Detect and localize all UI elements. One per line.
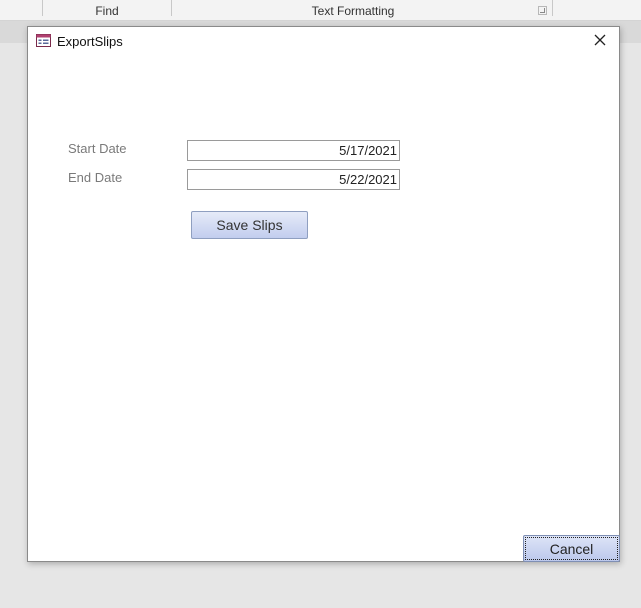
export-slips-dialog: ExportSlips Start Date End Date Save Sli…: [27, 26, 620, 562]
save-slips-button[interactable]: Save Slips: [191, 211, 308, 239]
save-slips-button-label: Save Slips: [216, 217, 283, 233]
close-icon: [594, 34, 606, 49]
ribbon-group-text-formatting-label: Text Formatting: [311, 4, 395, 18]
end-date-input[interactable]: [187, 169, 400, 190]
form-icon: [36, 34, 51, 47]
ribbon-group-find-label: Find: [95, 4, 119, 18]
dialog-title: ExportSlips: [57, 34, 123, 49]
start-date-input[interactable]: [187, 140, 400, 161]
cancel-button[interactable]: Cancel: [523, 535, 620, 562]
dialog-launcher-icon[interactable]: [538, 6, 547, 15]
ribbon-separator: [552, 0, 553, 16]
close-button[interactable]: [589, 31, 611, 51]
start-date-label: Start Date: [68, 141, 127, 156]
end-date-label: End Date: [68, 170, 123, 185]
focus-ring: [525, 537, 618, 560]
ribbon: Find Text Formatting: [0, 0, 641, 21]
title-bar[interactable]: ExportSlips: [28, 27, 619, 55]
